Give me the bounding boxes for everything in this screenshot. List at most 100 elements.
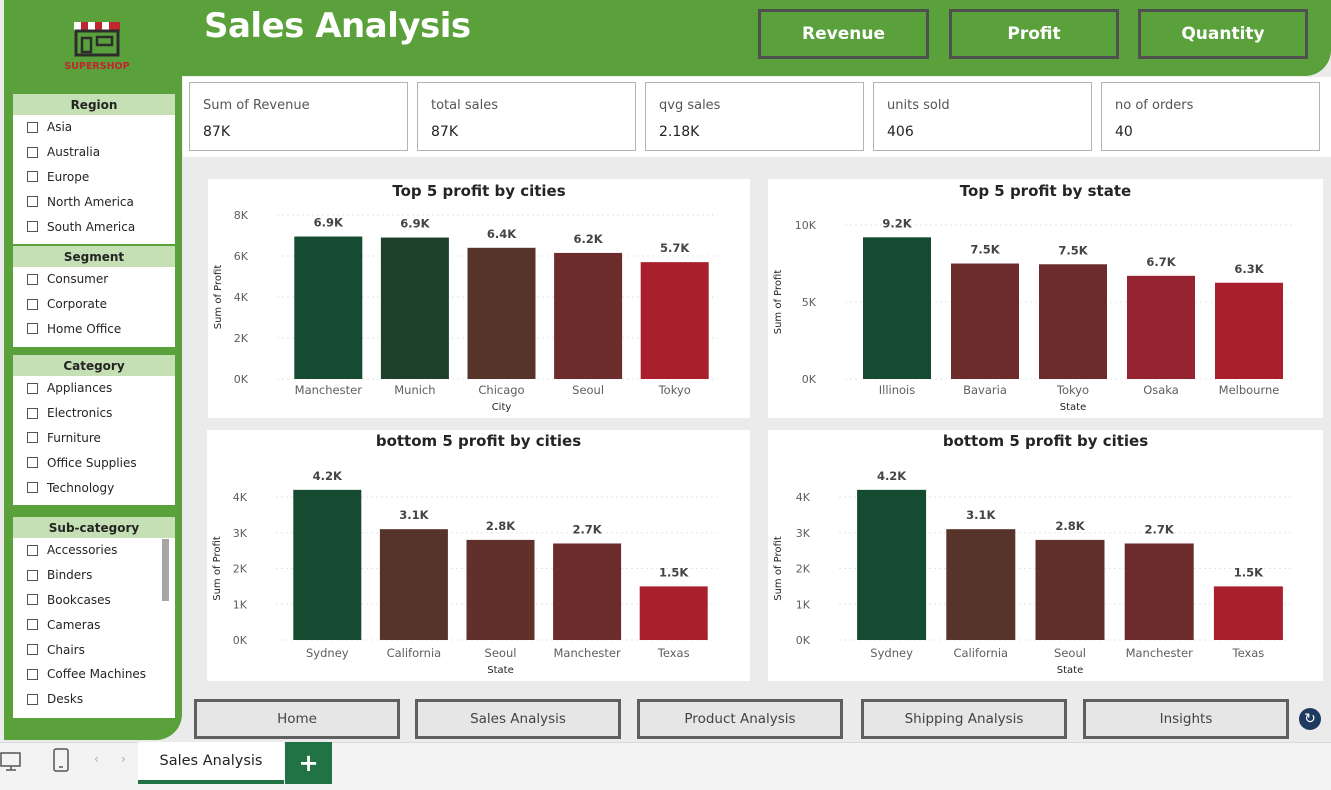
prev-page-icon[interactable]: ‹	[94, 752, 99, 766]
filter-sidebar: SUPERSHOP Region Asia Australia Europe Nort…	[4, 0, 182, 740]
checkbox[interactable]	[27, 457, 38, 469]
slicer-option[interactable]: Appliances	[13, 376, 175, 401]
bar[interactable]	[380, 237, 449, 379]
data-label: 6.2K	[573, 232, 603, 246]
bar[interactable]	[1127, 275, 1195, 379]
slicer-option[interactable]: Binders	[13, 563, 175, 588]
profit-button[interactable]: Profit	[949, 9, 1119, 59]
x-tick-label: Osaka	[1143, 383, 1179, 397]
add-page-button[interactable]: +	[285, 742, 332, 784]
slicer-option[interactable]: Accessories	[13, 538, 175, 563]
checkbox[interactable]	[27, 668, 38, 680]
x-tick-label: Bavaria	[963, 383, 1007, 397]
x-tick-label: Illinois	[879, 383, 916, 397]
category-slicer: Category Appliances Electronics Furniture O…	[13, 355, 175, 505]
slicer-option[interactable]: Desks	[13, 687, 175, 712]
bar[interactable]	[466, 539, 535, 640]
slicer-option[interactable]: Chairs	[13, 637, 175, 662]
bar[interactable]	[1039, 264, 1107, 379]
sub-category-scrollbar[interactable]	[162, 539, 169, 601]
bar[interactable]	[553, 543, 622, 640]
slicer-option[interactable]: Coffee Machines	[13, 662, 175, 687]
slicer-option[interactable]: Cameras	[13, 612, 175, 637]
checkbox[interactable]	[27, 619, 38, 631]
bar[interactable]	[294, 236, 363, 379]
nav-shipping-analysis-button[interactable]: Shipping Analysis	[861, 699, 1067, 739]
bar[interactable]	[946, 529, 1016, 640]
bar[interactable]	[951, 263, 1019, 380]
chart-title: Top 5 profit by cities	[392, 182, 565, 200]
checkbox[interactable]	[27, 146, 38, 158]
slicer-option[interactable]: Consumer	[13, 267, 175, 292]
slicer-option[interactable]: North America	[13, 189, 175, 214]
bar[interactable]	[293, 489, 362, 640]
y-tick-label: 6K	[234, 250, 249, 263]
checkbox[interactable]	[27, 407, 38, 419]
checkbox[interactable]	[27, 121, 38, 133]
kpi-value: 87K	[203, 124, 230, 140]
slicer-option[interactable]: Furniture	[13, 426, 175, 451]
bar[interactable]	[379, 529, 448, 640]
mobile-view-icon[interactable]	[52, 748, 70, 774]
revenue-button[interactable]: Revenue	[758, 9, 929, 59]
bar[interactable]	[1035, 539, 1105, 640]
data-label: 2.8K	[1055, 519, 1085, 533]
slicer-option[interactable]: Europe	[13, 165, 175, 190]
slicer-option[interactable]: Bookcases	[13, 588, 175, 613]
checkbox[interactable]	[27, 544, 38, 556]
top5-profit-by-state-chart[interactable]: Top 5 profit by state 0K 5K 10K 9.2K Illinois…	[768, 179, 1323, 418]
checkbox[interactable]	[27, 432, 38, 444]
nav-insights-button[interactable]: Insights	[1083, 699, 1289, 739]
checkbox[interactable]	[27, 693, 38, 705]
slicer-option-label: Asia	[47, 120, 73, 135]
slicer-option-label: Australia	[47, 145, 101, 160]
nav-product-analysis-button[interactable]: Product Analysis	[637, 699, 843, 739]
checkbox[interactable]	[27, 273, 38, 285]
y-tick-label: 0K	[802, 373, 817, 386]
checkbox[interactable]	[27, 569, 38, 581]
bar[interactable]	[1213, 586, 1283, 640]
checkbox[interactable]	[27, 171, 38, 183]
y-tick-label: 1K	[796, 598, 811, 611]
bar[interactable]	[639, 586, 708, 640]
data-label: 6.7K	[1146, 255, 1176, 269]
segment-slicer: Segment Consumer Corporate Home Office	[13, 246, 175, 347]
refresh-icon[interactable]: ↻	[1299, 708, 1321, 730]
slicer-option-label: Home Office	[47, 321, 122, 336]
bottom5-profit-by-cities-chart-2[interactable]: bottom 5 profit by cities 0K 1K 2K 3K 4K 4.2K S…	[768, 430, 1323, 681]
checkbox[interactable]	[27, 594, 38, 606]
slicer-option[interactable]: Corporate	[13, 292, 175, 317]
slicer-option[interactable]: Office Supplies	[13, 450, 175, 475]
page-tab-sales-analysis[interactable]: Sales Analysis	[138, 742, 284, 784]
y-tick-label: 2K	[233, 563, 248, 576]
quantity-button[interactable]: Quantity	[1138, 9, 1308, 59]
checkbox[interactable]	[27, 221, 38, 233]
checkbox[interactable]	[27, 382, 38, 394]
x-tick-label: Seoul	[572, 383, 604, 397]
bar[interactable]	[640, 262, 709, 379]
bottom5-profit-by-cities-chart[interactable]: bottom 5 profit by cities 0K 1K 2K 3K 4K 4.2K S…	[207, 430, 750, 681]
slicer-option[interactable]: Australia	[13, 140, 175, 165]
slicer-option[interactable]: Technology	[13, 475, 175, 500]
desktop-view-icon[interactable]	[0, 748, 22, 774]
checkbox[interactable]	[27, 196, 38, 208]
bar[interactable]	[554, 252, 623, 379]
slicer-option[interactable]: Home Office	[13, 317, 175, 342]
checkbox[interactable]	[27, 323, 38, 335]
slicer-option[interactable]: South America	[13, 214, 175, 239]
bar[interactable]	[1215, 282, 1283, 379]
nav-sales-analysis-button[interactable]: Sales Analysis	[415, 699, 621, 739]
region-slicer-title: Region	[13, 94, 175, 115]
slicer-option[interactable]: Electronics	[13, 401, 175, 426]
nav-home-button[interactable]: Home	[194, 699, 400, 739]
bar[interactable]	[1124, 543, 1194, 640]
checkbox[interactable]	[27, 644, 38, 656]
slicer-option[interactable]: Asia	[13, 115, 175, 140]
next-page-icon[interactable]: ›	[121, 752, 126, 766]
checkbox[interactable]	[27, 482, 38, 494]
checkbox[interactable]	[27, 298, 38, 310]
top5-profit-by-cities-chart[interactable]: Top 5 profit by cities 0K 2K 4K 6K 8K 6.9K Manc…	[208, 179, 750, 418]
bar[interactable]	[863, 237, 931, 379]
bar[interactable]	[467, 247, 536, 379]
bar[interactable]	[857, 489, 927, 640]
